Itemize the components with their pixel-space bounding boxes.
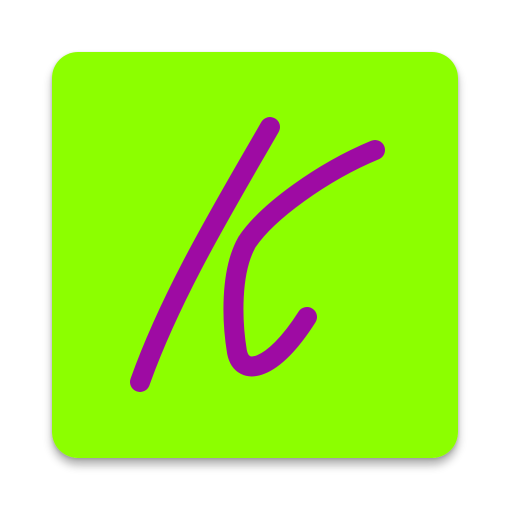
k-letter-icon	[52, 52, 458, 458]
app-icon[interactable]	[52, 52, 458, 458]
icon-canvas	[0, 0, 512, 512]
icon-background	[52, 52, 458, 458]
